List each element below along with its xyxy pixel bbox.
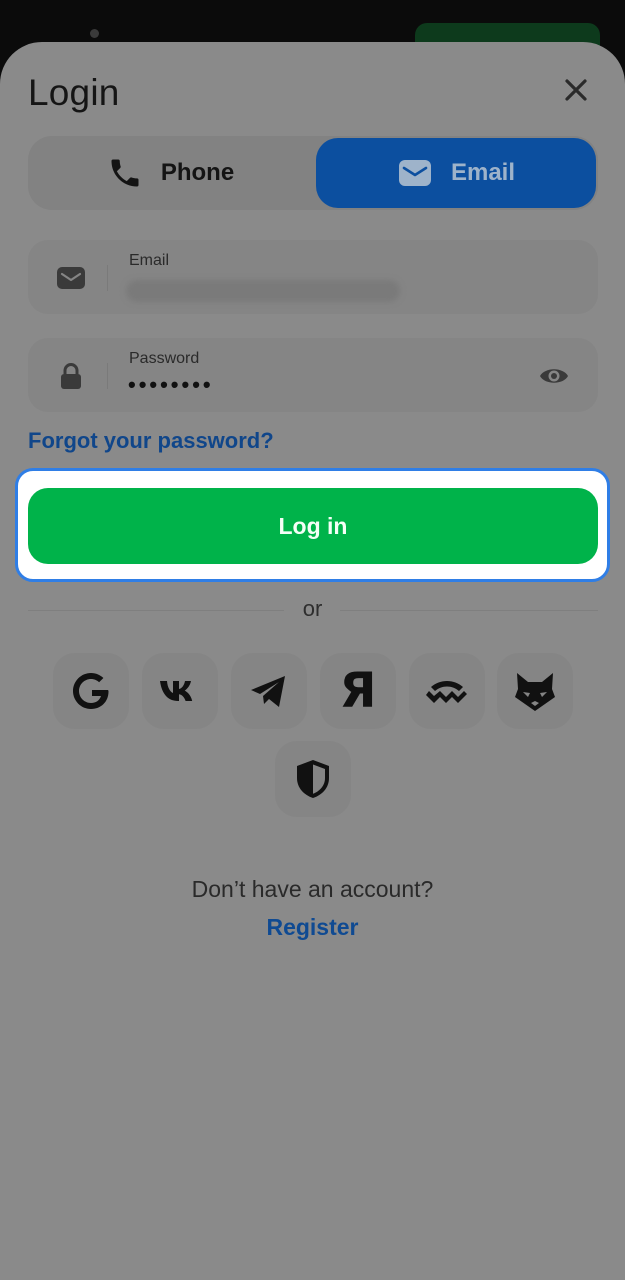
secure-login-button[interactable] — [275, 741, 351, 817]
password-field-label: Password — [129, 350, 200, 367]
tab-email[interactable]: Email — [316, 138, 596, 208]
password-value: •••••••• — [128, 372, 214, 397]
mail-icon — [57, 267, 85, 289]
lock-icon — [61, 363, 81, 389]
yandex-icon: Я — [339, 663, 377, 719]
forgot-password-link[interactable]: Forgot your password? — [28, 428, 274, 454]
walletconnect-login-button[interactable] — [409, 653, 485, 729]
tab-phone-label: Phone — [160, 159, 235, 186]
yandex-login-button[interactable]: Я — [320, 653, 396, 729]
eye-icon[interactable] — [538, 360, 570, 392]
google-login-button[interactable] — [53, 653, 129, 729]
email-field[interactable]: Email — [28, 240, 598, 314]
close-button[interactable] — [560, 74, 592, 106]
mail-icon — [398, 160, 431, 186]
field-divider — [107, 363, 108, 389]
telegram-icon — [251, 676, 285, 707]
telegram-login-button[interactable] — [231, 653, 307, 729]
field-divider — [107, 265, 108, 291]
login-button[interactable]: Log in — [28, 488, 598, 564]
no-account-text: Don’t have an account? — [191, 876, 434, 902]
divider-right — [340, 610, 598, 611]
vk-icon — [160, 681, 193, 701]
login-method-switcher: Phone Email — [28, 136, 598, 210]
shield-icon — [297, 760, 329, 798]
tab-phone[interactable]: Phone — [28, 138, 313, 208]
email-value-obscured — [126, 280, 400, 302]
register-link[interactable]: Register — [0, 914, 625, 941]
fox-wallet-login-button[interactable] — [497, 653, 573, 729]
tab-email-label: Email — [450, 159, 516, 186]
status-bar — [0, 0, 625, 47]
google-icon — [73, 673, 109, 709]
close-icon — [565, 79, 587, 101]
password-field[interactable]: Password •••••••• — [28, 338, 598, 412]
divider-or: or — [302, 596, 323, 621]
email-field-label: Email — [129, 252, 170, 269]
phone-icon — [111, 159, 139, 187]
camera-dot — [90, 29, 99, 38]
fox-icon — [515, 673, 555, 711]
vk-login-button[interactable] — [142, 653, 218, 729]
page-title: Login — [28, 72, 120, 113]
walletconnect-icon — [426, 681, 467, 703]
divider-left — [28, 610, 284, 611]
